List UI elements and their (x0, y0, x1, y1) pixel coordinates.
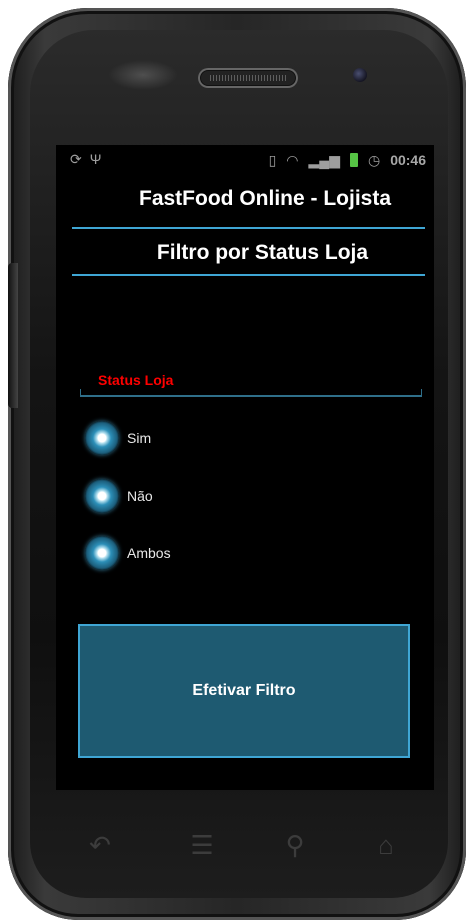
section-divider (72, 274, 425, 276)
radio-icon[interactable] (85, 421, 119, 455)
radio-icon[interactable] (85, 536, 119, 570)
field-underline (80, 389, 422, 397)
vibrate-icon: ▯ (268, 152, 277, 168)
search-icon[interactable]: ⚲ (275, 830, 315, 860)
page-title: Filtro por Status Loja (156, 241, 369, 264)
earpiece-speaker (198, 68, 298, 88)
radio-icon[interactable] (85, 479, 119, 513)
radio-label: Não (127, 488, 153, 504)
navigation-bar: ↶ ☰ ⚲ ⌂ (60, 820, 430, 870)
battery-icon (349, 153, 358, 167)
status-time: 00:46 (390, 152, 426, 168)
phone-screen: ⟳ Ψ ▯ ◠ ▂▄▆ ◷ 00:46 FastFood Online - Lo… (56, 145, 434, 790)
radio-label: Ambos (127, 545, 171, 561)
radio-option-sim[interactable]: Sim (85, 421, 151, 455)
back-icon[interactable]: ↶ (80, 830, 120, 860)
menu-icon[interactable]: ☰ (182, 830, 222, 860)
apply-filter-button[interactable]: Efetivar Filtro (78, 624, 410, 758)
signal-icon: ▂▄▆ (308, 152, 340, 168)
usb-icon: Ψ (89, 151, 102, 167)
wifi-icon: ◠ (286, 152, 299, 168)
radio-option-nao[interactable]: Não (85, 479, 153, 513)
home-icon[interactable]: ⌂ (366, 830, 406, 860)
alarm-icon: ◷ (367, 152, 381, 168)
title-divider (72, 227, 425, 229)
status-loja-label: Status Loja (98, 372, 174, 388)
front-camera (353, 68, 367, 82)
radio-label: Sim (127, 430, 152, 446)
sync-icon: ⟳ (70, 151, 82, 167)
app-title: FastFood Online - Lojista (139, 187, 391, 210)
proximity-sensor (108, 60, 178, 90)
volume-button (8, 263, 18, 408)
status-bar: ⟳ Ψ ▯ ◠ ▂▄▆ ◷ 00:46 (56, 145, 434, 177)
radio-option-ambos[interactable]: Ambos (85, 536, 171, 570)
